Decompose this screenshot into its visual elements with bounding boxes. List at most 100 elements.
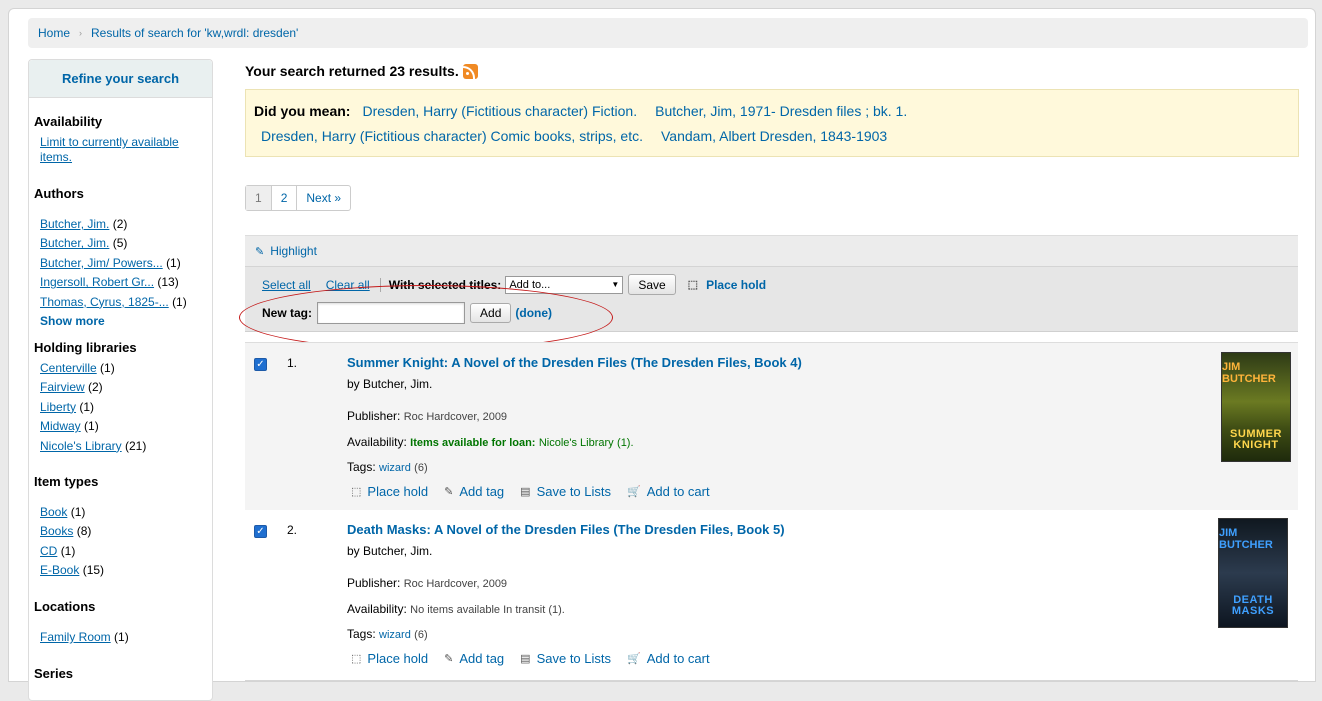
facet-author-item[interactable]: Ingersoll, Robert Gr... (13) <box>40 273 187 292</box>
breadcrumb-separator: › <box>79 28 83 38</box>
add-to-select[interactable]: Add to... ▼ <box>505 275 624 294</box>
facet-author-item[interactable]: Butcher, Jim. (2) <box>40 215 187 234</box>
facet-author-item[interactable]: Butcher, Jim/ Powers... (1) <box>40 254 187 273</box>
result-author: by Butcher, Jim. <box>347 544 433 558</box>
facet-library-item[interactable]: Centerville (1) <box>40 359 146 378</box>
add-tag-button[interactable]: Add <box>470 303 512 323</box>
result-row: ✓ 2. Death Masks: A Novel of the Dresden… <box>245 510 1298 681</box>
did-you-mean-label: Did you mean: <box>254 103 351 119</box>
facet-locations-list: Family Room (1) <box>40 628 129 647</box>
place-hold-action[interactable]: ⬚ Place hold <box>351 651 428 666</box>
add-tag-action[interactable]: ✎ Add tag <box>444 651 504 666</box>
results-heading: Your search returned 23 results. <box>245 62 478 79</box>
facet-authors-list: Butcher, Jim. (2) Butcher, Jim. (5) Butc… <box>40 215 187 312</box>
save-button[interactable]: Save <box>628 274 676 295</box>
suggestion-link[interactable]: Dresden, Harry (Fictitious character) Fi… <box>362 103 637 119</box>
refine-search-heading[interactable]: Refine your search <box>29 60 212 98</box>
hold-icon: ⬚ <box>351 653 362 665</box>
next-page-link[interactable]: Next » <box>297 186 350 210</box>
place-hold-label: Place hold <box>706 277 767 292</box>
cover-title-text: DEATH MASKS <box>1231 594 1275 617</box>
result-number: 1. <box>287 356 298 370</box>
suggestion-link[interactable]: Vandam, Albert Dresden, 1843-1903 <box>661 128 887 144</box>
result-checkbox[interactable]: ✓ <box>254 358 267 371</box>
result-number: 2. <box>287 523 298 537</box>
facet-holding-libraries-title: Holding libraries <box>34 340 137 355</box>
new-tag-label: New tag: <box>262 306 313 320</box>
tag-link[interactable]: wizard <box>379 462 411 474</box>
result-title-link[interactable]: Summer Knight: A Novel of the Dresden Fi… <box>347 355 802 370</box>
save-to-lists-action[interactable]: ▤ Save to Lists <box>520 651 611 666</box>
rss-feed-icon[interactable] <box>462 64 478 79</box>
pagination: 1 2 Next » <box>245 185 352 211</box>
add-to-select-value: Add to... <box>509 278 551 291</box>
breadcrumb-home-link[interactable]: Home <box>38 26 70 40</box>
cart-icon: 🛒 <box>627 653 641 665</box>
facets-sidebar: Refine your search Availability Limit to… <box>28 59 213 701</box>
result-actions: ⬚ Place hold ✎ Add tag ▤ Save to Lists 🛒 Add… <box>351 484 710 499</box>
add-to-cart-action[interactable]: 🛒 Add to cart <box>627 484 710 499</box>
save-to-lists-action[interactable]: ▤ Save to Lists <box>520 484 611 499</box>
cover-title-text: SUMMER KNIGHT <box>1230 428 1282 451</box>
hold-icon: ⬚ <box>687 279 699 291</box>
book-cover-image[interactable]: JIM BUTCHER DEATH MASKS <box>1218 518 1288 628</box>
suggestion-link[interactable]: Butcher, Jim, 1971- Dresden files ; bk. … <box>655 103 907 119</box>
facet-location-item[interactable]: Family Room (1) <box>40 628 129 647</box>
place-hold-action[interactable]: ⬚ Place hold <box>351 484 428 499</box>
tag-icon: ✎ <box>444 486 454 498</box>
facet-item-type-item[interactable]: CD (1) <box>40 542 104 561</box>
tag-link[interactable]: wizard <box>379 629 411 641</box>
selection-row: Select all Clear all With selected title… <box>262 274 766 295</box>
breadcrumb: Home › Results of search for 'kw,wrdl: d… <box>28 18 1308 48</box>
result-publisher: Publisher: Roc Hardcover, 2009 <box>347 576 508 590</box>
with-selected-label: With selected titles: <box>379 277 501 292</box>
done-tagging-link[interactable]: (done) <box>515 306 552 320</box>
facet-item-type-item[interactable]: E-Book (15) <box>40 561 104 580</box>
facet-limit-available-link[interactable]: Limit to currently available items. <box>40 135 179 164</box>
place-hold-top-button[interactable]: ⬚ Place hold <box>688 278 766 292</box>
did-you-mean-box: Did you mean: Dresden, Harry (Fictitious… <box>245 89 1299 157</box>
facet-availability-title: Availability <box>34 114 103 129</box>
result-publisher: Publisher: Roc Hardcover, 2009 <box>347 409 508 423</box>
page-container: Home › Results of search for 'kw,wrdl: d… <box>8 8 1316 701</box>
result-tags: Tags: wizard (6) <box>347 627 428 641</box>
select-all-link[interactable]: Select all <box>262 278 311 292</box>
book-cover-image[interactable]: JIM BUTCHER SUMMER KNIGHT <box>1221 352 1291 462</box>
add-tag-action[interactable]: ✎ Add tag <box>444 484 504 499</box>
facet-author-item[interactable]: Butcher, Jim. (5) <box>40 234 187 253</box>
facet-item-types-list: Book (1) Books (8) CD (1) E-Book (15) <box>40 503 104 581</box>
facet-library-item[interactable]: Liberty (1) <box>40 398 146 417</box>
facet-item-type-item[interactable]: Book (1) <box>40 503 104 522</box>
facet-library-item[interactable]: Midway (1) <box>40 417 146 436</box>
result-title-link[interactable]: Death Masks: A Novel of the Dresden File… <box>347 522 785 537</box>
facet-library-item[interactable]: Fairview (2) <box>40 378 146 397</box>
result-availability: Availability: Items available for loan: … <box>347 435 634 449</box>
facet-authors-title: Authors <box>34 186 84 201</box>
tag-icon: ✎ <box>444 653 454 665</box>
selection-toolbar: ✎ Highlight Select all Clear all With se… <box>239 235 1298 350</box>
facet-item-types-title: Item types <box>34 474 99 489</box>
cover-author-text: JIM BUTCHER <box>1219 527 1273 551</box>
page-2-link[interactable]: 2 <box>272 186 298 210</box>
facet-library-item[interactable]: Nicole's Library (21) <box>40 437 146 456</box>
facet-item-type-item[interactable]: Books (8) <box>40 522 104 541</box>
highlight-toggle[interactable]: Highlight <box>270 244 317 258</box>
show-more-authors-link[interactable]: Show more <box>40 314 105 328</box>
facet-author-item[interactable]: Thomas, Cyrus, 1825-... (1) <box>40 293 187 312</box>
add-to-cart-action[interactable]: 🛒 Add to cart <box>627 651 710 666</box>
result-author: by Butcher, Jim. <box>347 377 433 391</box>
suggestion-link[interactable]: Dresden, Harry (Fictitious character) Co… <box>261 128 643 144</box>
new-tag-input[interactable] <box>317 302 466 324</box>
result-checkbox[interactable]: ✓ <box>254 525 267 538</box>
result-availability: Availability: No items available In tran… <box>347 602 565 616</box>
facet-series-title: Series <box>34 666 74 681</box>
page-1-link[interactable]: 1 <box>246 186 272 210</box>
highlight-pen-icon: ✎ <box>255 245 265 258</box>
result-row: ✓ 1. Summer Knight: A Novel of the Dresd… <box>245 342 1298 511</box>
clear-all-link[interactable]: Clear all <box>326 278 370 292</box>
hold-icon: ⬚ <box>351 486 362 498</box>
results-count-text: Your search returned 23 results. <box>245 62 459 79</box>
highlight-bar: ✎ Highlight <box>245 236 1298 267</box>
breadcrumb-current-link[interactable]: Results of search for 'kw,wrdl: dresden' <box>91 26 298 40</box>
list-icon: ▤ <box>520 653 531 665</box>
